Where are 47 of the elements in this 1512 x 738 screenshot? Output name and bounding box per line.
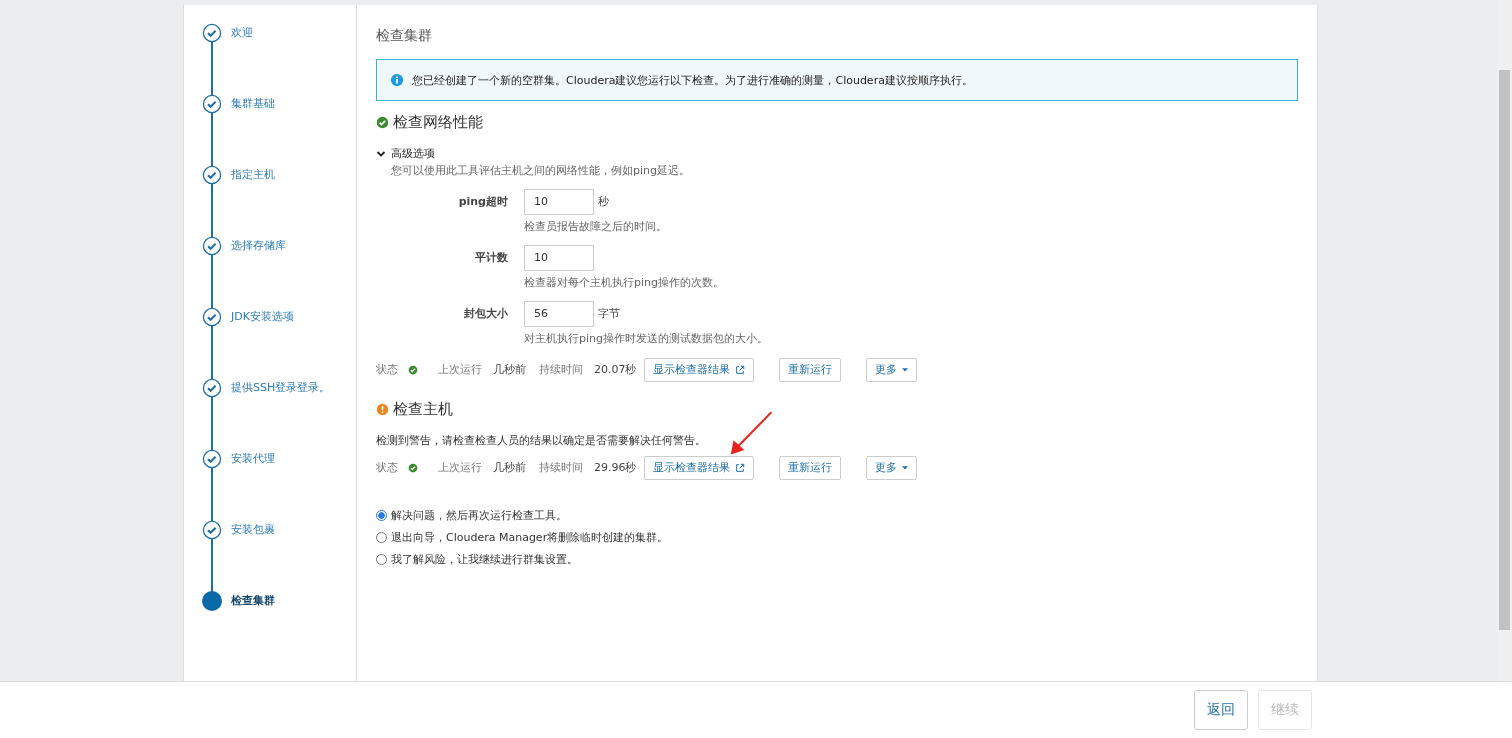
step-link[interactable]: 选择存储库 (231, 236, 286, 256)
status-label: 状态 (376, 362, 399, 377)
step-link[interactable]: 安装代理 (231, 449, 275, 469)
field-label: 封包大小 (463, 305, 509, 322)
help-text: 对主机执行ping操作时发送的测试数据包的大小。 (524, 330, 768, 346)
back-button[interactable]: 返回 (1194, 690, 1248, 730)
step-link[interactable]: 指定主机 (231, 165, 275, 185)
step-link[interactable]: 集群基础 (231, 94, 275, 114)
rerun-button[interactable]: 重新运行 (779, 357, 841, 382)
help-text: 检查员报告故障之后的时间。 (524, 218, 667, 234)
page-title: 检查集群 (376, 27, 433, 45)
duration-value: 29.96秒 (594, 460, 638, 475)
rerun-button[interactable]: 重新运行 (779, 455, 841, 480)
step-link[interactable]: 安装包裹 (231, 520, 275, 540)
input-field[interactable]: 56 (524, 300, 594, 327)
more-dropdown-button[interactable]: 更多 (866, 357, 917, 382)
duration-value: 20.07秒 (594, 362, 638, 377)
status-label: 状态 (376, 460, 399, 475)
last-run-label: 上次运行 (438, 460, 482, 475)
duration-label: 持续时间 (539, 362, 583, 377)
help-text: 检查器对每个主机执行ping操作的次数。 (524, 274, 724, 290)
show-results-button[interactable]: 显示检查器结果 (644, 455, 754, 480)
step-link[interactable]: 提供SSH登录登录。 (231, 378, 331, 398)
unit-label: 字节 (598, 306, 620, 321)
option-label: 解决问题，然后再次运行检查工具。 (391, 507, 567, 523)
input-field[interactable]: 10 (524, 188, 594, 215)
info-message: 您已经创建了一个新的空群集。Cloudera建议您运行以下检查。为了进行准确的测量，Cloudera建议按顺序执行。 (412, 72, 973, 88)
show-results-button[interactable]: 显示检查器结果 (644, 357, 754, 382)
section-heading: 检查主机 (393, 399, 453, 419)
unit-label: 秒 (598, 194, 609, 209)
field-label: 平计数 (474, 249, 509, 266)
step-link[interactable]: JDK安装选项 (231, 307, 294, 327)
field-label: ping超时 (457, 193, 509, 210)
more-dropdown-button[interactable]: 更多 (866, 455, 917, 480)
input-field[interactable]: 10 (524, 244, 594, 271)
option-label: 我了解风险，让我继续进行群集设置。 (391, 551, 578, 567)
step-link[interactable]: 欢迎 (231, 23, 253, 43)
option-label: 退出向导，Cloudera Manager将删除临时创建的集群。 (391, 529, 669, 545)
duration-label: 持续时间 (539, 460, 583, 475)
last-run-value: 几秒前 (493, 362, 527, 377)
last-run-label: 上次运行 (438, 362, 482, 377)
step-link[interactable]: 检查集群 (231, 591, 275, 611)
warning-message: 检测到警告，请检查检查人员的结果以确定是否需要解决任何警告。 (376, 432, 707, 448)
last-run-value: 几秒前 (493, 460, 527, 475)
advanced-options-toggle[interactable]: 高级选项 (376, 146, 435, 161)
section-heading: 检查网络性能 (393, 113, 483, 132)
help-text: 您可以使用此工具评估主机之间的网络性能，例如ping延迟。 (390, 162, 691, 178)
